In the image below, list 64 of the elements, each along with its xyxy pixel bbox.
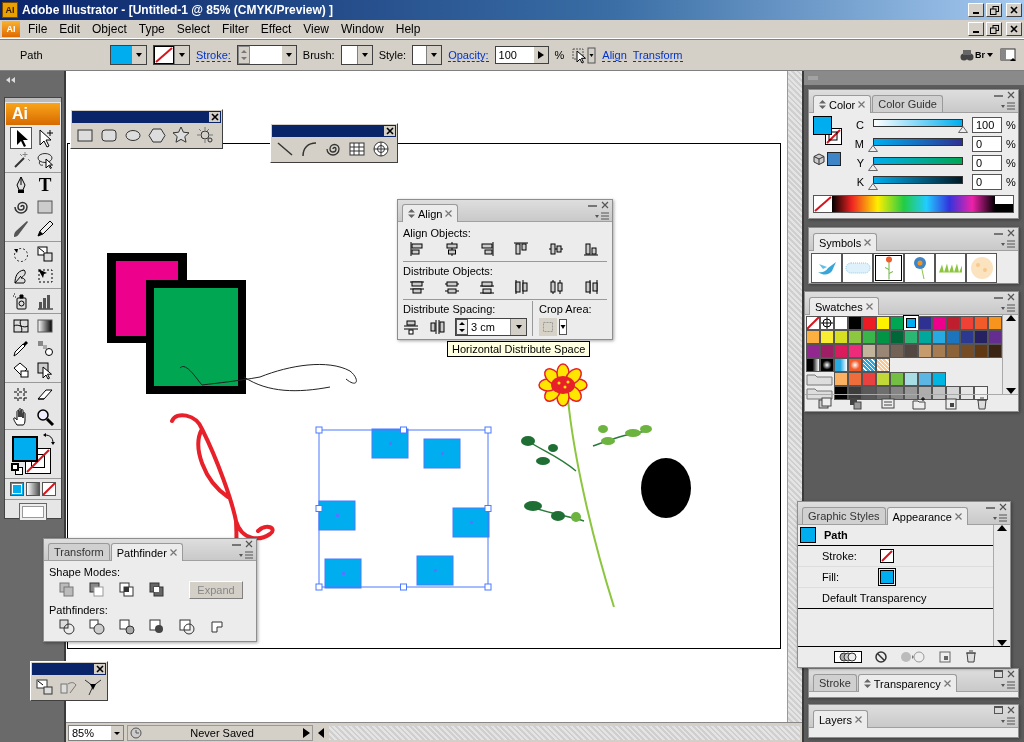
panel-tab[interactable]: Transform [48, 543, 110, 560]
section-label: Align Objects: [403, 226, 472, 240]
menu-item[interactable]: Effect [254, 21, 298, 37]
panel-tab[interactable]: Align [402, 204, 459, 222]
attribute-label: Default Transparency [822, 592, 927, 604]
section-label: Shape Modes: [49, 565, 121, 579]
selection-label: Path [20, 49, 44, 61]
zoom-field[interactable]: 85% [68, 725, 124, 741]
section-label: Distribute Objects: [403, 264, 494, 278]
bridge-button[interactable]: Br [960, 48, 994, 62]
channel-label: K [855, 176, 864, 188]
panel-tab[interactable]: Transparency [857, 674, 957, 692]
value-field[interactable]: 0 [972, 155, 1002, 171]
tool-button[interactable]: T [34, 174, 56, 196]
unit-label: % [1006, 157, 1016, 169]
attribute-label: Path [824, 529, 849, 541]
window-title: Adobe Illustrator - [Untitled-1 @ 85% (CMYK/Preview) ] [22, 3, 335, 17]
panel-tab[interactable]: Pathfinder [110, 543, 183, 561]
percent-label: % [554, 49, 565, 61]
stroke-link[interactable]: Stroke: [196, 48, 231, 62]
panel-tab[interactable]: Stroke [813, 674, 857, 691]
app-logo: Ai [6, 103, 60, 125]
section-label: Pathfinders: [49, 603, 109, 617]
channel-label: C [855, 119, 864, 131]
channel-label: M [853, 138, 864, 150]
panel-tab[interactable]: Graphic Styles [802, 507, 886, 524]
unit-label: % [1006, 119, 1016, 131]
opacity-link[interactable]: Opacity: [448, 48, 489, 62]
menu-item[interactable]: File [22, 21, 54, 37]
menu-item[interactable]: Window [335, 21, 390, 37]
panel-tab[interactable]: Color [813, 95, 872, 113]
spacing-field[interactable]: 3 cm [455, 318, 527, 336]
section-label: Distribute Spacing: [403, 302, 497, 316]
unit-label: % [1006, 138, 1016, 150]
menu-item[interactable]: View [297, 21, 336, 37]
unit-label: % [1006, 176, 1016, 188]
menu-item[interactable]: Type [132, 21, 171, 37]
document-icon: AI [2, 21, 20, 37]
app-icon: AI [2, 2, 18, 18]
menu-item[interactable]: Edit [53, 21, 87, 37]
brush-label: Brush: [302, 49, 335, 61]
tooltip: Horizontal Distribute Space [447, 341, 591, 357]
panel-tab[interactable]: Symbols [813, 233, 878, 251]
section-label: Crop Area: [539, 302, 592, 316]
menu-item[interactable]: Help [389, 21, 427, 37]
spacing-value: 3 cm [470, 321, 496, 333]
menu-item[interactable]: Filter [216, 21, 255, 37]
opacity-field[interactable]: 100 [494, 46, 549, 64]
panel-tab[interactable]: Appearance [886, 507, 968, 525]
panel-link[interactable]: Transform [632, 48, 683, 62]
attribute-label: Fill: [822, 571, 841, 583]
value-field[interactable]: 0 [972, 174, 1002, 190]
style-label: Style: [378, 49, 407, 61]
menu-item[interactable]: Object [86, 21, 133, 37]
attribute-label: Stroke: [822, 550, 858, 562]
value-field[interactable]: 0 [972, 136, 1002, 152]
menu-item[interactable]: Select [170, 21, 217, 37]
channel-label: Y [855, 157, 864, 169]
status-text: Never Saved [189, 727, 255, 739]
panel-tab[interactable]: Color Guide [872, 95, 943, 112]
panel-tab[interactable]: Layers [813, 710, 869, 728]
panel-tab[interactable]: Swatches [809, 297, 879, 315]
panel-link[interactable]: Align [602, 48, 627, 62]
value-field[interactable]: 100 [972, 117, 1002, 133]
